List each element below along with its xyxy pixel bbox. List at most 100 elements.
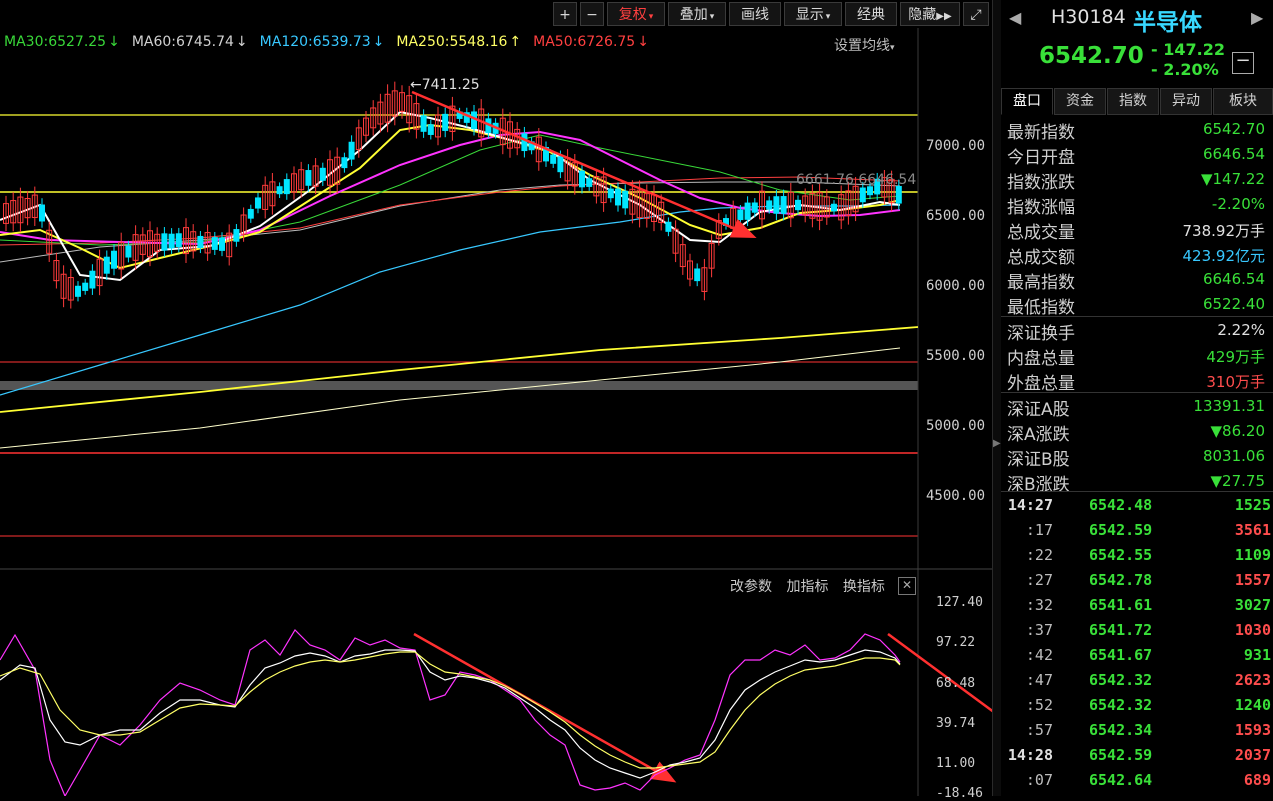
change-params-button[interactable]: 改参数 — [730, 579, 772, 595]
stat-row: 指数涨幅 -2.20% — [1007, 192, 1265, 218]
classic-button[interactable]: 经典 — [845, 2, 897, 26]
tab-pankou[interactable]: 盘口 — [1001, 88, 1053, 115]
tab-zijin[interactable]: 资金 — [1054, 88, 1106, 115]
tick-price: 6542.55 — [1089, 546, 1153, 564]
candle-body — [557, 156, 564, 173]
fuquan-button[interactable]: 复权 ▾ — [607, 2, 665, 26]
stat-row: 指数涨跌 ▼147.22 — [1007, 167, 1265, 193]
stat-label: 深A涨跌 — [1007, 425, 1070, 445]
tab-zhishu[interactable]: 指数 — [1107, 88, 1159, 115]
price-axis-label: 6000.00 — [926, 278, 986, 294]
tick-time: :22 — [1025, 546, 1053, 564]
tick-row: 14:28 6542.59 2037 — [1001, 743, 1273, 768]
tab-bankuai[interactable]: 板块 — [1213, 88, 1273, 115]
candle-body — [255, 197, 261, 209]
candle-body — [859, 187, 866, 203]
tick-price: 6542.32 — [1089, 671, 1153, 689]
switch-indicator-button[interactable]: 换指标 — [843, 579, 885, 595]
candle-body — [622, 190, 629, 209]
tick-time: :57 — [1025, 721, 1053, 739]
tick-time: :27 — [1025, 571, 1053, 589]
stat-row: 最低指数 6522.40 — [1007, 292, 1265, 318]
hide-label: 隐藏 — [908, 7, 937, 23]
tick-row: :22 6542.55 1109 — [1001, 543, 1273, 568]
tick-volume: 931 — [1243, 646, 1271, 664]
quote-panel: ◀ H30184 半导体 ▶ 6542.70 - 147.22 - 2.20% … — [1001, 0, 1273, 796]
candle-body — [615, 188, 621, 206]
tick-row: :42 6541.67 931 — [1001, 643, 1273, 668]
zoom-in-button[interactable]: + — [553, 2, 577, 26]
stat-value: ▼27.75 — [1210, 472, 1265, 490]
candle-body — [341, 157, 348, 169]
candle-body — [89, 270, 96, 289]
candle-body — [168, 233, 175, 249]
tick-row: :27 6542.78 1557 — [1001, 568, 1273, 593]
candle-body — [744, 202, 751, 220]
candle-body — [283, 179, 290, 195]
stat-row: 总成交量 738.92万手 — [1007, 217, 1265, 243]
trend-arrow-indicator-1 — [413, 632, 677, 783]
fuquan-label: 复权 — [618, 7, 647, 23]
price-axis-label: 7000.00 — [926, 138, 986, 154]
tick-row: :07 6542.64 689 — [1001, 768, 1273, 793]
close-icon[interactable]: ✕ — [898, 577, 916, 595]
stat-value: 6542.70 — [1202, 120, 1265, 138]
zoom-out-button[interactable]: − — [580, 2, 604, 26]
tick-price: 6541.61 — [1089, 596, 1153, 614]
candle-body — [82, 282, 89, 291]
stat-label: 指数涨跌 — [1007, 173, 1075, 193]
candle-body — [442, 113, 449, 131]
tick-price: 6542.32 — [1089, 696, 1153, 714]
candle-body — [550, 154, 557, 164]
stat-value: 429万手 — [1206, 348, 1265, 366]
tab-yidong[interactable]: 异动 — [1160, 88, 1212, 115]
high-price-label: 7411.25 — [421, 77, 480, 93]
tick-price: 6542.34 — [1089, 721, 1153, 739]
overlay-button[interactable]: 叠加 ▾ — [668, 2, 726, 26]
collapse-arrow-icon[interactable]: ▶ — [993, 438, 1001, 449]
display-label: 显示 — [795, 7, 824, 23]
next-security-icon[interactable]: ▶ — [1251, 8, 1263, 27]
indicator-axis-label: 11.00 — [936, 756, 976, 771]
candle-body — [219, 237, 225, 251]
trend-arrow-icon: ↑ — [509, 34, 522, 50]
set-ma-button[interactable]: 设置均线▾ — [834, 35, 895, 55]
chevron-down-icon: ▾ — [825, 12, 831, 22]
remove-watchlist-button[interactable]: − — [1232, 52, 1254, 74]
chart-toolbar: + − 复权 ▾ 叠加 ▾ 画线 显示 ▾ 经典 隐藏▶▶ ⤢ — [0, 0, 995, 28]
candle-body — [233, 229, 240, 242]
hide-button[interactable]: 隐藏▶▶ — [900, 2, 960, 26]
stat-row: 今日开盘 6646.54 — [1007, 142, 1265, 168]
candle-body — [427, 124, 434, 135]
tick-row: :17 6542.59 3561 — [1001, 518, 1273, 543]
tick-row: :37 6541.72 1030 — [1001, 618, 1273, 643]
indicator-axis-label: 127.40 — [936, 595, 983, 610]
overlay-label: 叠加 — [679, 7, 708, 23]
candlestick-chart[interactable] — [0, 0, 992, 796]
index-name: 半导体 — [1133, 10, 1202, 36]
stat-row: 总成交额 423.92亿元 — [1007, 242, 1266, 268]
candle-body — [780, 196, 787, 214]
section-divider — [1001, 316, 1273, 317]
tick-time: 14:28 — [1007, 746, 1053, 764]
stat-label: 最低指数 — [1007, 298, 1075, 318]
stat-value: 423.92亿元 — [1182, 247, 1266, 265]
fullscreen-button[interactable]: ⤢ — [963, 2, 989, 26]
display-button[interactable]: 显示 ▾ — [784, 2, 842, 26]
stat-label: 深证A股 — [1007, 400, 1070, 420]
tick-price: 6542.48 — [1089, 496, 1153, 514]
prev-security-icon[interactable]: ◀ — [1009, 8, 1021, 27]
draw-line-button[interactable]: 画线 — [729, 2, 781, 26]
candle-body — [420, 115, 427, 132]
candle-body — [75, 285, 81, 297]
chevron-down-icon: ▾ — [709, 12, 715, 22]
current-price: 6542.70 — [1039, 43, 1144, 69]
candle-body — [751, 202, 758, 213]
candle-body — [39, 204, 45, 222]
candle-body — [773, 196, 780, 214]
high-price-annotation: ←7411.25 — [410, 77, 480, 93]
add-indicator-button[interactable]: 加指标 — [786, 579, 828, 595]
stat-row: 深A涨跌 ▼86.20 — [1007, 419, 1265, 445]
stat-row: 外盘总量 310万手 — [1007, 368, 1265, 394]
tick-time: :42 — [1025, 646, 1053, 664]
